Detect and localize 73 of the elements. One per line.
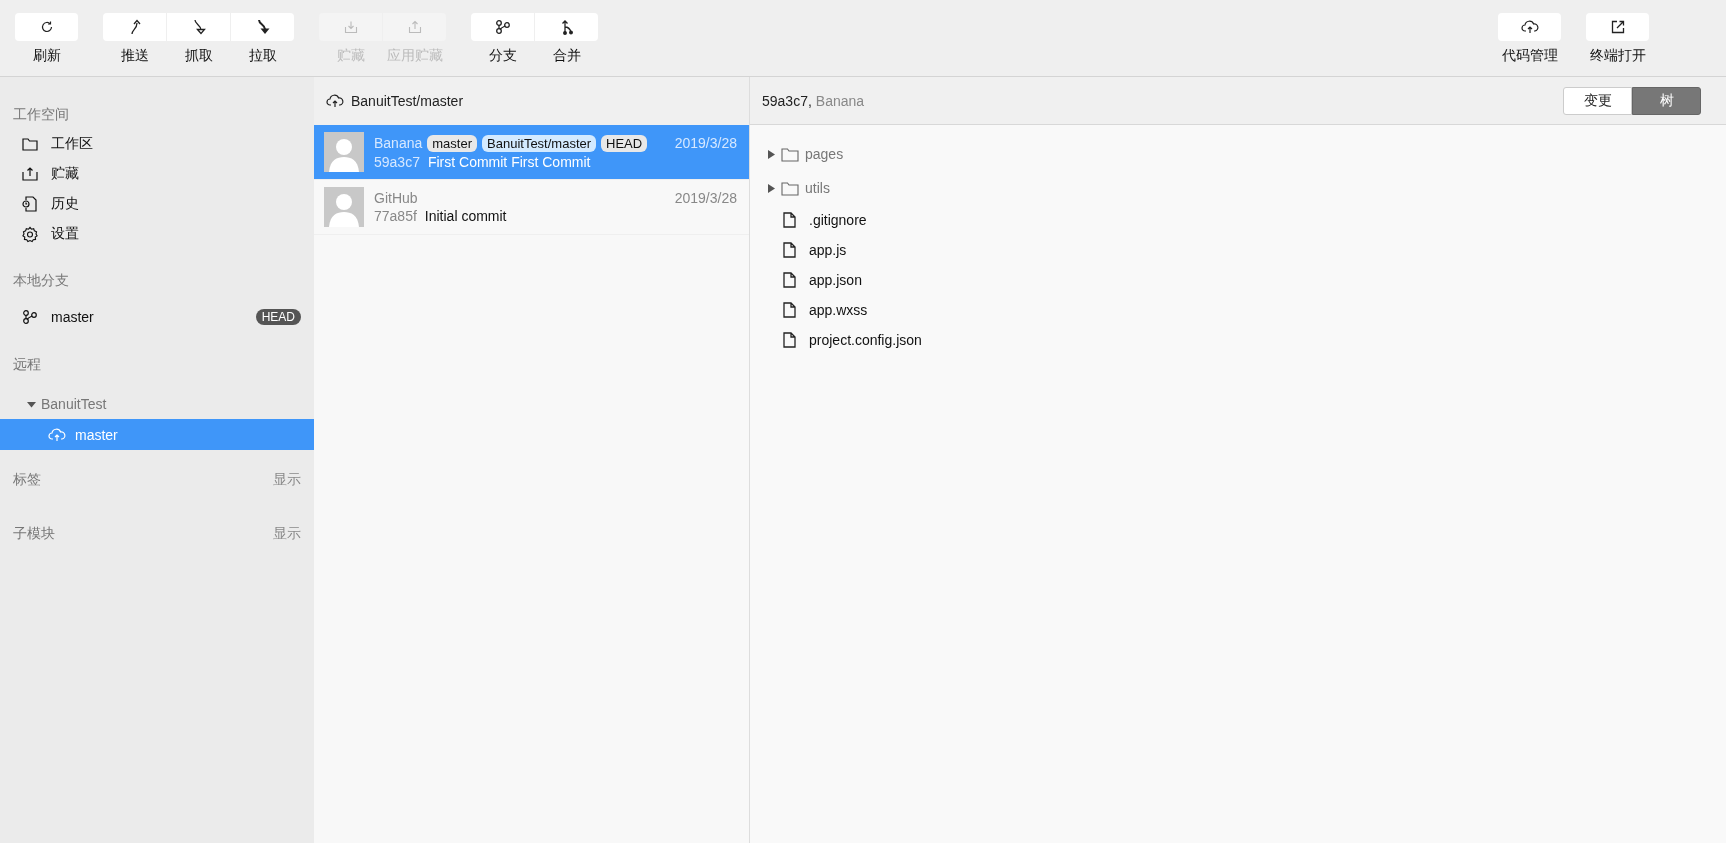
sidebar-item[interactable]: 工作区: [0, 129, 314, 159]
commit-message: First Commit First Commit: [427, 153, 591, 170]
ref-tag: BanuitTest/master: [482, 134, 597, 152]
commit-hash: 59a3c7: [374, 153, 420, 170]
view-tab[interactable]: 变更: [1563, 86, 1632, 115]
file-icon: [783, 302, 796, 318]
commit-author: Banana: [374, 135, 423, 151]
file-icon: [783, 272, 796, 288]
file-icon: [783, 242, 796, 258]
toolbar-button[interactable]: [471, 13, 534, 41]
toolbar-label: 终端打开: [1590, 47, 1646, 65]
branch-item[interactable]: master HEAD: [0, 301, 314, 333]
cloud-icon: [326, 94, 344, 108]
section-title: 本地分支: [12, 271, 70, 290]
section-title: 远程: [12, 355, 42, 374]
refresh-icon: [39, 20, 54, 34]
tree-item[interactable]: pages: [768, 137, 1726, 171]
tree-item[interactable]: app.wxss: [768, 295, 1726, 325]
tree-item[interactable]: project.config.json: [768, 325, 1726, 355]
commit-row[interactable]: GitHub 2019/3/28 77a85f Initial commit: [314, 180, 749, 235]
sidebar-item[interactable]: 贮藏: [0, 159, 314, 189]
toolbar-button[interactable]: [1586, 13, 1649, 41]
commit-date: 2019/3/28: [674, 190, 737, 206]
section-title: 子模块: [13, 525, 55, 543]
branch-title: BanuitTest/master: [351, 93, 464, 109]
toolbar-label: 代码管理: [1502, 47, 1558, 65]
settings-icon: [21, 225, 39, 243]
commit-author: Banana: [815, 92, 865, 109]
toolbar-label: 推送: [121, 47, 149, 65]
commit-date: 2019/3/28: [674, 135, 737, 151]
upload-tray-icon: [21, 167, 39, 181]
external-link-icon: [1610, 20, 1625, 34]
folder-icon: [781, 146, 799, 162]
remote-item[interactable]: BanuitTest: [0, 389, 314, 419]
branch-icon: [21, 309, 39, 325]
section-title: 标签: [13, 471, 41, 489]
ref-tag: HEAD: [601, 134, 648, 152]
toolbar-label: 刷新: [32, 47, 61, 65]
avatar-icon: [324, 132, 364, 172]
tree-item[interactable]: utils: [768, 171, 1726, 205]
file-icon: [783, 332, 796, 348]
head-badge: HEAD: [255, 309, 301, 325]
toolbar-label: 合并: [552, 47, 581, 65]
section-title: 工作空间: [12, 105, 70, 124]
commit-hash: 77a85f: [374, 208, 417, 224]
download-tray-icon: [343, 20, 358, 34]
tree-item[interactable]: .gitignore: [768, 205, 1726, 235]
caret-icon: [768, 149, 775, 159]
commit-author: GitHub: [374, 190, 418, 206]
ref-tag: master: [427, 134, 477, 152]
toolbar-label: 拉取: [248, 47, 277, 65]
tree-item[interactable]: app.json: [768, 265, 1726, 295]
sidebar-item[interactable]: 设置: [0, 219, 314, 249]
view-tab[interactable]: 树: [1632, 86, 1701, 115]
toolbar-label: 抓取: [185, 47, 213, 65]
commit-message: Initial commit: [424, 208, 507, 224]
document-clock-icon: [21, 196, 39, 212]
commit-hash: 59a3c7,: [762, 92, 812, 109]
cloud-icon: [48, 427, 66, 442]
file-icon: [783, 212, 796, 228]
avatar-icon: [324, 187, 364, 227]
caret-icon: [27, 399, 36, 409]
toolbar-label: 分支: [489, 47, 517, 65]
folder-icon: [781, 180, 799, 196]
upload-tray-icon: [407, 20, 422, 34]
filled-arrow-down-icon: [255, 19, 270, 35]
cloud-icon: [1520, 20, 1539, 34]
commit-row[interactable]: Banana master BanuitTest/master HEAD 2019/3/28 59a3c7 First Commit First Commit: [314, 125, 749, 180]
sidebar-item[interactable]: 历史: [0, 189, 314, 219]
folder-icon: [21, 137, 39, 151]
branch-icon: [494, 19, 511, 35]
caret-icon: [768, 183, 775, 193]
tree-item[interactable]: app.js: [768, 235, 1726, 265]
